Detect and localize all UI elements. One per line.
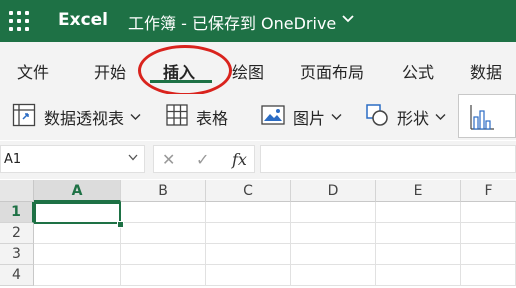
annotation-circle <box>138 45 232 96</box>
grid-cell[interactable] <box>121 202 206 223</box>
grid-cell[interactable] <box>376 223 461 244</box>
grid-cell[interactable] <box>121 265 206 286</box>
formula-bar: A1 ✕ ✓ fx <box>0 141 516 179</box>
grid-cell[interactable] <box>291 223 376 244</box>
formula-buttons: ✕ ✓ fx <box>153 145 255 173</box>
cancel-icon[interactable]: ✕ <box>162 150 175 169</box>
grid-cell[interactable] <box>461 202 516 223</box>
name-box-value: A1 <box>4 152 22 167</box>
table-label: 表格 <box>196 109 229 128</box>
title-bar: Excel 工作簿 - 已保存到 OneDrive <box>0 0 516 42</box>
grid-cell[interactable] <box>206 202 291 223</box>
document-title[interactable]: 工作簿 - 已保存到 OneDrive <box>128 10 336 34</box>
pivot-table-label: 数据透视表 <box>44 109 125 128</box>
grid-cell[interactable] <box>291 202 376 223</box>
bar-chart-icon <box>469 103 495 135</box>
grid-cell[interactable] <box>206 265 291 286</box>
chevron-down-icon[interactable] <box>128 153 138 164</box>
grid-cell[interactable] <box>121 244 206 265</box>
tab-data[interactable]: 数据 <box>470 59 502 83</box>
pivot-table-icon <box>12 103 36 131</box>
table-icon <box>166 104 188 130</box>
function-icon[interactable]: fx <box>232 150 247 169</box>
row-header[interactable]: 1 <box>0 202 34 223</box>
app-launcher-icon[interactable] <box>9 11 29 31</box>
shapes-button[interactable]: 形状 <box>365 94 446 140</box>
grid-cell[interactable] <box>461 223 516 244</box>
shapes-label: 形状 <box>397 109 430 128</box>
column-header[interactable]: F <box>461 180 516 202</box>
grid-cell[interactable] <box>376 202 461 223</box>
pictures-label: 图片 <box>293 109 326 128</box>
grid-cell[interactable] <box>34 244 121 265</box>
grid-cell[interactable] <box>291 265 376 286</box>
column-header[interactable]: B <box>121 180 206 202</box>
name-box[interactable]: A1 <box>0 145 145 173</box>
grid-cell[interactable] <box>121 223 206 244</box>
column-header[interactable]: E <box>376 180 461 202</box>
ribbon-toolbar: 数据透视表 表格 图片 形状 <box>0 94 516 140</box>
tab-file[interactable]: 文件 <box>17 59 49 83</box>
tab-home[interactable]: 开始 <box>94 59 126 83</box>
ribbon-tabs: 文件 开始 插入 绘图 页面布局 公式 数据 <box>0 42 516 94</box>
chevron-down-icon[interactable] <box>331 111 342 124</box>
grid-cell[interactable] <box>461 244 516 265</box>
chart-gallery[interactable] <box>458 94 516 138</box>
tab-draw[interactable]: 绘图 <box>232 59 264 83</box>
column-header[interactable]: C <box>206 180 291 202</box>
active-cell[interactable] <box>34 202 121 224</box>
row-header[interactable]: 2 <box>0 223 34 244</box>
fill-handle[interactable] <box>117 221 124 228</box>
column-header[interactable]: D <box>291 180 376 202</box>
grid-cell[interactable] <box>376 244 461 265</box>
formula-input[interactable] <box>260 145 516 173</box>
spreadsheet-grid: A B C D E F 1 2 3 4 <box>0 180 516 288</box>
tab-formulas[interactable]: 公式 <box>402 59 434 83</box>
enter-icon[interactable]: ✓ <box>196 150 209 169</box>
chevron-down-icon[interactable] <box>342 12 354 28</box>
shapes-icon <box>365 103 389 131</box>
grid-cell[interactable] <box>291 244 376 265</box>
app-name[interactable]: Excel <box>58 10 108 30</box>
row-header[interactable]: 3 <box>0 244 34 265</box>
grid-cell[interactable] <box>206 223 291 244</box>
pictures-button[interactable]: 图片 <box>261 94 342 140</box>
chevron-down-icon[interactable] <box>130 111 141 124</box>
column-header[interactable]: A <box>34 180 121 202</box>
grid-cell[interactable] <box>34 265 121 286</box>
select-all-corner[interactable] <box>0 180 34 202</box>
table-button[interactable]: 表格 <box>166 94 228 140</box>
grid-cell[interactable] <box>376 265 461 286</box>
grid-cell[interactable] <box>206 244 291 265</box>
grid-cell[interactable] <box>34 223 121 244</box>
tab-page-layout[interactable]: 页面布局 <box>300 59 364 83</box>
pivot-table-button[interactable]: 数据透视表 <box>12 94 141 140</box>
row-header[interactable]: 4 <box>0 265 34 286</box>
grid-cell[interactable] <box>461 265 516 286</box>
picture-icon <box>261 105 285 129</box>
chevron-down-icon[interactable] <box>435 111 446 124</box>
